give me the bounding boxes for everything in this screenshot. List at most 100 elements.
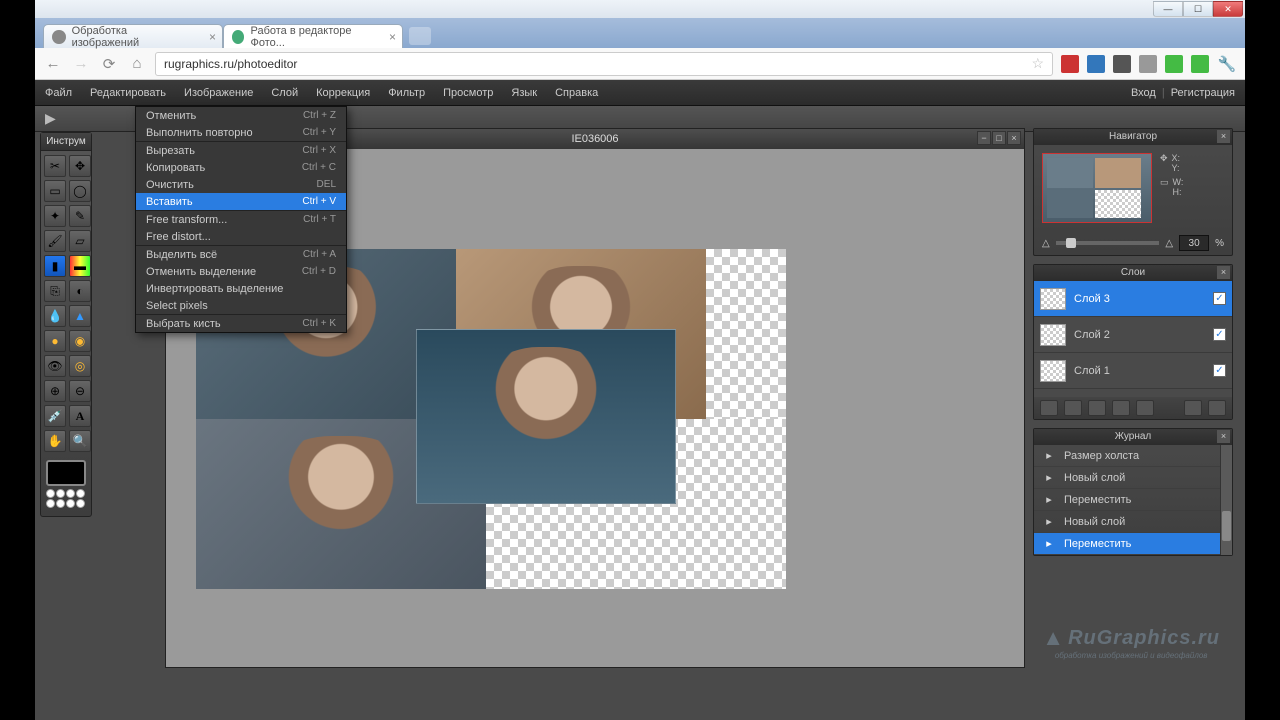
history-row[interactable]: ▸Переместить xyxy=(1034,489,1232,511)
wand-tool[interactable]: ✦ xyxy=(44,205,66,227)
history-row[interactable]: ▸Переместить xyxy=(1034,533,1232,555)
navigator-thumbnail[interactable] xyxy=(1042,153,1152,223)
foreground-color-swatch[interactable] xyxy=(46,460,86,486)
nav-back-button[interactable]: ← xyxy=(43,54,63,74)
menu-item[interactable]: Выбрать кистьCtrl + K xyxy=(136,315,346,332)
wrench-icon[interactable]: 🔧 xyxy=(1217,54,1237,74)
menu-file[interactable]: Файл xyxy=(45,87,72,99)
doc-close-button[interactable]: × xyxy=(1007,131,1021,145)
menu-language[interactable]: Язык xyxy=(511,87,537,99)
nav-forward-button[interactable]: → xyxy=(71,54,91,74)
sharpen-tool[interactable]: ▲ xyxy=(69,305,91,327)
panel-close-button[interactable]: × xyxy=(1217,430,1230,443)
layer-visibility-checkbox[interactable]: ✓ xyxy=(1213,292,1226,305)
panel-close-button[interactable]: × xyxy=(1217,266,1230,279)
layer-down-button[interactable] xyxy=(1136,400,1154,416)
window-close-button[interactable]: ✕ xyxy=(1213,1,1243,17)
browser-tab-active[interactable]: Работа в редакторе Фото... × xyxy=(223,24,403,48)
extension-icon[interactable] xyxy=(1191,55,1209,73)
menu-layer[interactable]: Слой xyxy=(271,87,298,99)
layer-visibility-checkbox[interactable]: ✓ xyxy=(1213,328,1226,341)
layer-mask-button[interactable] xyxy=(1064,400,1082,416)
register-link[interactable]: Регистрация xyxy=(1171,87,1235,99)
browser-tab[interactable]: Обработка изображений × xyxy=(43,24,223,48)
window-maximize-button[interactable]: ☐ xyxy=(1183,1,1213,17)
layer-visibility-checkbox[interactable]: ✓ xyxy=(1213,364,1226,377)
sponge-tool[interactable]: ● xyxy=(44,330,66,352)
url-input[interactable]: rugraphics.ru/photoeditor ☆ xyxy=(155,52,1053,76)
menu-item[interactable]: Select pixels xyxy=(136,297,346,314)
menu-item[interactable]: ВырезатьCtrl + X xyxy=(136,142,346,159)
new-tab-button[interactable] xyxy=(409,27,431,45)
menu-item[interactable]: Инвертировать выделение xyxy=(136,280,346,297)
layer-delete-button[interactable] xyxy=(1208,400,1226,416)
login-link[interactable]: Вход xyxy=(1131,87,1156,99)
menu-edit[interactable]: Редактировать xyxy=(90,87,166,99)
menu-item[interactable]: Выполнить повторноCtrl + Y xyxy=(136,124,346,141)
nav-reload-button[interactable]: ⟳ xyxy=(99,54,119,74)
pencil-tool[interactable]: ✎ xyxy=(69,205,91,227)
clone-tool[interactable]: ⎘ xyxy=(44,280,66,302)
extension-icon[interactable] xyxy=(1165,55,1183,73)
doc-minimize-button[interactable]: − xyxy=(977,131,991,145)
extension-icon[interactable] xyxy=(1061,55,1079,73)
marquee-tool[interactable]: ▭ xyxy=(44,180,66,202)
extension-icon[interactable] xyxy=(1087,55,1105,73)
bloat-tool[interactable]: ⊕ xyxy=(44,380,66,402)
history-row[interactable]: ▸Размер холста xyxy=(1034,445,1232,467)
history-row[interactable]: ▸Новый слой xyxy=(1034,467,1232,489)
menu-image[interactable]: Изображение xyxy=(184,87,253,99)
panel-close-button[interactable]: × xyxy=(1217,130,1230,143)
image-layer-selected[interactable] xyxy=(416,329,676,504)
menu-item[interactable]: КопироватьCtrl + C xyxy=(136,159,346,176)
layer-settings-button[interactable] xyxy=(1184,400,1202,416)
layer-new-button[interactable] xyxy=(1040,400,1058,416)
menu-item[interactable]: Отменить выделениеCtrl + D xyxy=(136,263,346,280)
color-palette[interactable] xyxy=(46,489,86,508)
move-tool[interactable]: ✥ xyxy=(69,155,91,177)
menu-view[interactable]: Просмотр xyxy=(443,87,493,99)
layer-row[interactable]: Слой 3✓ xyxy=(1034,281,1232,317)
redeye-tool[interactable]: 👁 xyxy=(44,355,66,377)
layer-row[interactable]: Слой 2✓ xyxy=(1034,317,1232,353)
crop-tool[interactable]: ✂ xyxy=(44,155,66,177)
eraser-tool[interactable]: ▱ xyxy=(69,230,91,252)
type-tool[interactable]: A xyxy=(69,405,91,427)
spot-tool[interactable]: ◎ xyxy=(69,355,91,377)
menu-filter[interactable]: Фильтр xyxy=(388,87,425,99)
nav-home-button[interactable]: ⌂ xyxy=(127,54,147,74)
layer-dup-button[interactable] xyxy=(1088,400,1106,416)
dodge-tool[interactable]: ◉ xyxy=(69,330,91,352)
blur-tool[interactable]: 💧 xyxy=(44,305,66,327)
pinch-tool[interactable]: ⊖ xyxy=(69,380,91,402)
history-row[interactable]: ▸Новый слой xyxy=(1034,511,1232,533)
zoom-out-icon[interactable]: △ xyxy=(1042,238,1050,249)
zoom-in-icon[interactable]: △ xyxy=(1165,238,1173,249)
layer-up-button[interactable] xyxy=(1112,400,1130,416)
doc-maximize-button[interactable]: □ xyxy=(992,131,1006,145)
extension-icon[interactable] xyxy=(1113,55,1131,73)
tab-close-icon[interactable]: × xyxy=(389,30,396,44)
window-minimize-button[interactable]: — xyxy=(1153,1,1183,17)
zoom-slider[interactable] xyxy=(1056,241,1160,245)
menu-item[interactable]: ОчиститьDEL xyxy=(136,176,346,193)
replace-tool[interactable]: ◐ xyxy=(69,280,91,302)
menu-item[interactable]: Free distort... xyxy=(136,228,346,245)
zoom-tool[interactable]: 🔍 xyxy=(69,430,91,452)
picker-tool[interactable]: 💉 xyxy=(44,405,66,427)
hand-tool[interactable]: ✋ xyxy=(44,430,66,452)
zoom-value[interactable]: 30 xyxy=(1179,235,1209,251)
lasso-tool[interactable]: ◯ xyxy=(69,180,91,202)
bucket-tool[interactable]: ▮ xyxy=(44,255,66,277)
brush-tool[interactable]: 🖌 xyxy=(44,230,66,252)
tab-close-icon[interactable]: × xyxy=(209,30,216,44)
menu-item[interactable]: ВставитьCtrl + V xyxy=(136,193,346,210)
menu-item[interactable]: Выделить всёCtrl + A xyxy=(136,246,346,263)
extension-icon[interactable] xyxy=(1139,55,1157,73)
bookmark-star-icon[interactable]: ☆ xyxy=(1031,55,1044,72)
menu-item[interactable]: ОтменитьCtrl + Z xyxy=(136,107,346,124)
layer-row[interactable]: Слой 1✓ xyxy=(1034,353,1232,389)
menu-help[interactable]: Справка xyxy=(555,87,598,99)
gradient-tool[interactable]: ▬ xyxy=(69,255,91,277)
menu-correction[interactable]: Коррекция xyxy=(316,87,370,99)
